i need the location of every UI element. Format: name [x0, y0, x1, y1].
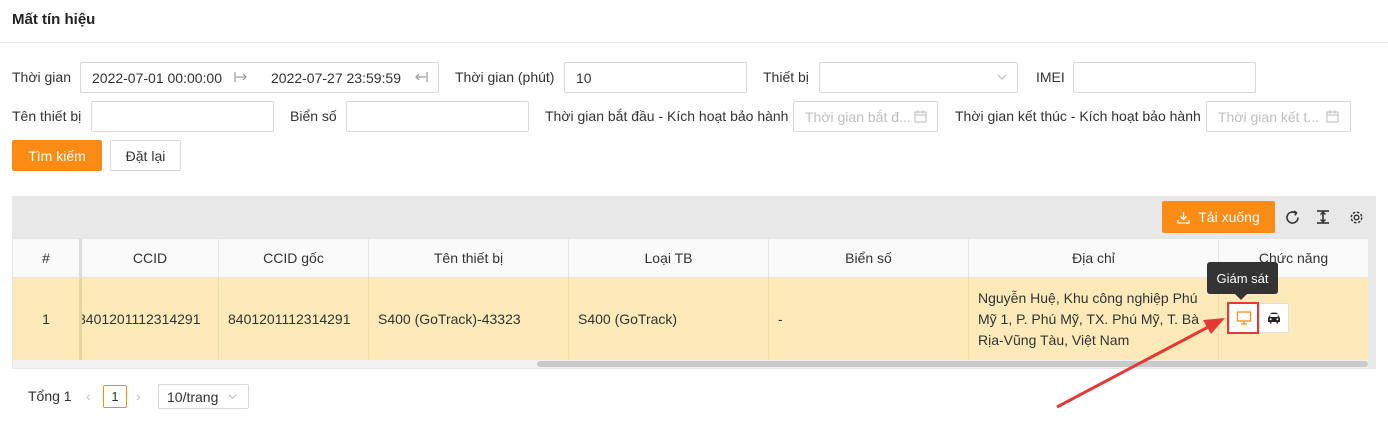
calendar-icon: [914, 110, 927, 126]
cell-ccid-text: 8401201112314291: [82, 311, 201, 327]
annotation-highlight-box: [1227, 302, 1259, 334]
cell-ccid-origin: 8401201112314291: [219, 278, 369, 360]
warranty-end-placeholder: Thời gian kết t...: [1218, 109, 1320, 125]
warranty-end-picker[interactable]: Thời gian kết t...: [1206, 101, 1351, 132]
device-name-input[interactable]: [91, 101, 274, 132]
time-start-value[interactable]: 2022-07-01 00:00:00: [92, 70, 222, 86]
chevron-down-icon: [996, 71, 1008, 86]
horizontal-scrollbar-thumb[interactable]: [537, 361, 1368, 367]
col-plate-header: Biển số: [769, 239, 969, 277]
device-name-label: Tên thiết bị: [12, 108, 82, 124]
page-size-value: 10/trang: [167, 389, 219, 405]
table-header: # CCID CCID gốc Tên thiết bị Loại TB Biể…: [13, 238, 1368, 278]
device-label: Thiết bị: [763, 69, 809, 85]
cell-address: Nguyễn Huệ, Khu công nghiệp Phú Mỹ 1, P.…: [969, 278, 1219, 360]
warranty-start-picker[interactable]: Thời gian bắt đ...: [793, 101, 938, 132]
chevron-down-icon: [227, 391, 238, 402]
settings-gear-icon[interactable]: [1345, 206, 1367, 228]
pagination-page-1[interactable]: 1: [103, 385, 127, 408]
minutes-label: Thời gian (phút): [455, 69, 555, 85]
table-row[interactable]: 1 8401201112314291 8401201112314291 S400…: [13, 278, 1368, 360]
column-height-icon[interactable]: [1312, 206, 1334, 228]
minutes-input[interactable]: 10: [564, 62, 747, 93]
vehicle-button[interactable]: [1259, 303, 1289, 333]
download-icon: [1177, 211, 1190, 224]
page-title: Mất tín hiệu: [12, 11, 96, 28]
col-ccid-origin-header: CCID gốc: [219, 239, 369, 277]
plate-input[interactable]: [346, 101, 529, 132]
next-page-icon[interactable]: ›: [136, 388, 141, 404]
cell-index: 1: [13, 278, 82, 360]
time-label: Thời gian: [12, 69, 71, 85]
car-icon: [1266, 310, 1282, 326]
time-end-value[interactable]: 2022-07-27 23:59:59: [271, 70, 401, 86]
prev-page-icon[interactable]: ‹: [86, 388, 91, 404]
download-button[interactable]: Tải xuống: [1162, 201, 1275, 233]
device-select[interactable]: [819, 62, 1018, 93]
plate-label: Biển số: [290, 108, 337, 124]
cell-ccid: 8401201112314291: [82, 278, 219, 360]
pagination-total: Tổng 1: [28, 388, 72, 404]
title-divider: [0, 42, 1388, 43]
refresh-icon[interactable]: [1281, 206, 1303, 228]
col-index-header: #: [13, 239, 82, 277]
cell-device-name: S400 (GoTrack)-43323: [369, 278, 569, 360]
calendar-icon: [1326, 110, 1339, 126]
time-range-picker[interactable]: 2022-07-01 00:00:00 2022-07-27 23:59:59: [80, 62, 439, 93]
col-device-name-header: Tên thiết bị: [369, 239, 569, 277]
warranty-start-label: Thời gian bắt đầu - Kích hoạt bảo hành: [545, 108, 789, 124]
download-label: Tải xuống: [1198, 209, 1260, 225]
arrow-right-icon: [234, 70, 248, 87]
monitor-tooltip: Giám sát: [1207, 262, 1278, 300]
arrow-left-icon: [414, 70, 428, 87]
cell-device-type: S400 (GoTrack): [569, 278, 769, 360]
minutes-value: 10: [576, 70, 592, 86]
col-ccid-header: CCID: [82, 239, 219, 277]
reset-button[interactable]: Đặt lại: [110, 140, 181, 171]
search-button[interactable]: Tìm kiếm: [12, 140, 102, 171]
imei-label: IMEI: [1036, 69, 1065, 85]
col-address-header: Địa chỉ: [969, 239, 1219, 277]
warranty-end-label: Thời gian kết thúc - Kích hoạt bảo hành: [955, 108, 1201, 124]
col-device-type-header: Loại TB: [569, 239, 769, 277]
page-size-select[interactable]: 10/trang: [158, 384, 249, 409]
warranty-start-placeholder: Thời gian bắt đ...: [805, 109, 911, 125]
cell-plate: -: [769, 278, 969, 360]
imei-input[interactable]: [1073, 62, 1256, 93]
